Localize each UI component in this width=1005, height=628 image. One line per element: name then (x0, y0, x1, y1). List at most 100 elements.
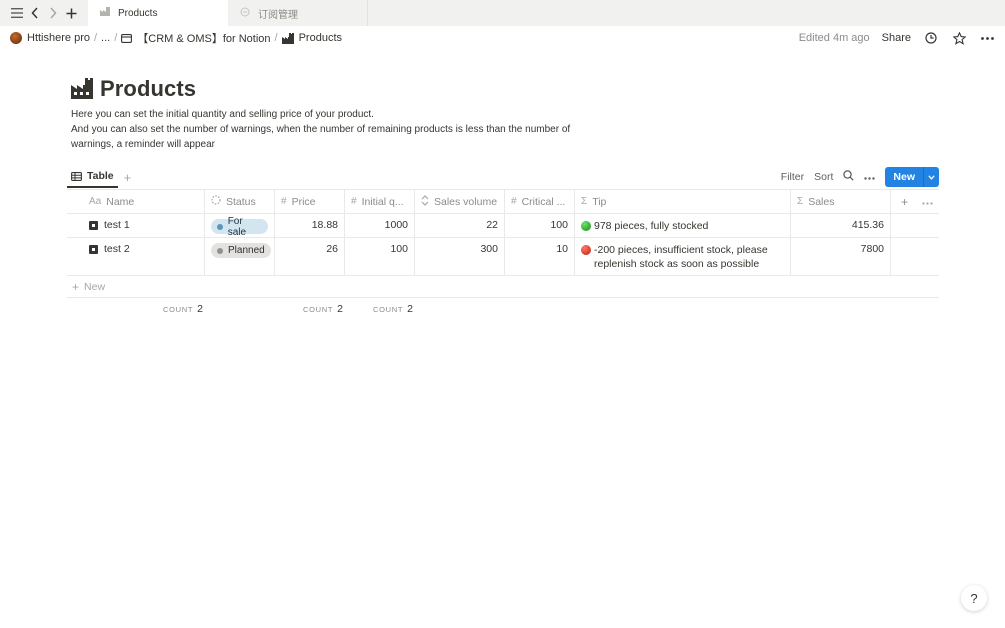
column-header-actions: + (891, 190, 939, 213)
sidebar-menu-icon[interactable] (8, 0, 26, 26)
view-bar: Table + Filter Sort New (67, 166, 939, 188)
plus-icon: + (72, 279, 80, 294)
row-name[interactable]: test 1 (104, 219, 130, 231)
search-icon[interactable] (843, 170, 855, 184)
column-label: Critical ... (521, 195, 566, 208)
cell-status[interactable]: For sale (205, 214, 275, 238)
column-label: Sales (808, 195, 835, 208)
cell-empty (891, 238, 939, 275)
tip-text: -200 pieces, insufficient stock, please … (594, 244, 768, 270)
description-line: Here you can set the initial quantity an… (71, 109, 374, 120)
count-initial-quantity[interactable]: COUNT 2 (373, 303, 413, 315)
count-label: COUNT (373, 305, 404, 314)
chevron-down-icon[interactable] (923, 167, 939, 187)
add-view-plus-icon[interactable]: + (124, 170, 132, 185)
rollup-icon (421, 194, 429, 209)
column-header-tip[interactable]: Σ Tip (575, 190, 791, 213)
cell-sales-volume[interactable]: 300 (415, 238, 505, 275)
filter-button[interactable]: Filter (781, 171, 804, 183)
share-button[interactable]: Share (882, 32, 911, 44)
cell-sales[interactable]: 415.36 (791, 214, 891, 237)
star-icon[interactable] (951, 30, 967, 46)
cell-critical[interactable]: 10 (505, 238, 575, 275)
cell-name[interactable]: test 1 (67, 214, 205, 237)
page-description[interactable]: Here you can set the initial quantity an… (71, 107, 611, 152)
count-value: 2 (197, 303, 204, 315)
new-button[interactable]: New (885, 167, 939, 187)
cell-price[interactable]: 26 (275, 238, 345, 275)
cell-status[interactable]: Planned (205, 238, 275, 275)
clock-icon[interactable] (923, 30, 939, 46)
header-actions: Edited 4m ago Share (799, 30, 995, 46)
help-label: ? (970, 590, 978, 606)
breadcrumb-workspace[interactable]: Httishere pro (27, 32, 90, 44)
tip-text: 978 pieces, fully stocked (594, 220, 709, 232)
new-button-label[interactable]: New (885, 167, 923, 187)
count-label: COUNT (163, 305, 194, 314)
cell-tip[interactable]: -200 pieces, insufficient stock, please … (575, 238, 791, 275)
cell-critical[interactable]: 100 (505, 214, 575, 237)
breadcrumb-separator: / (114, 32, 118, 44)
column-more-icon[interactable] (922, 196, 933, 208)
tab-label: 订阅管理 (258, 9, 298, 21)
green-circle-icon (581, 221, 591, 231)
factory-icon (281, 32, 294, 44)
cell-name[interactable]: test 2 (67, 238, 205, 275)
tab-subscription[interactable]: 订阅管理 (228, 0, 368, 26)
column-header-price[interactable]: # Price (275, 190, 345, 213)
column-header-initial-quantity[interactable]: # Initial q... (345, 190, 415, 213)
page-title[interactable]: Products (100, 76, 196, 102)
column-header-critical[interactable]: # Critical ... (505, 190, 575, 213)
database-table: Aa Name Status # Price # Initial q... Sa… (67, 189, 939, 298)
table-row[interactable]: test 1 For sale 18.88 1000 22 100 978 pi… (67, 214, 939, 238)
count-value: 2 (337, 303, 344, 315)
cell-initial-quantity[interactable]: 100 (345, 238, 415, 275)
breadcrumb-current[interactable]: Products (299, 32, 342, 44)
cell-initial-quantity[interactable]: 1000 (345, 214, 415, 237)
view-actions: Filter Sort New (781, 167, 939, 187)
add-property-plus-icon[interactable]: + (901, 195, 908, 209)
status-label: For sale (227, 215, 247, 238)
page-icon (89, 220, 98, 230)
breadcrumb-ellipsis[interactable]: ... (101, 32, 110, 44)
status-badge[interactable]: For sale (211, 216, 268, 238)
sort-button[interactable]: Sort (814, 171, 833, 183)
number-property-icon: # (511, 196, 517, 207)
column-label: Initial q... (361, 195, 404, 208)
breadcrumb-separator: / (93, 32, 98, 44)
cell-sales[interactable]: 7800 (791, 238, 891, 275)
count-name[interactable]: COUNT 2 (163, 303, 203, 315)
cell-tip[interactable]: 978 pieces, fully stocked (575, 214, 791, 237)
column-label: Sales volume (434, 195, 498, 208)
row-name[interactable]: test 2 (104, 243, 130, 255)
column-header-name[interactable]: Aa Name (67, 190, 205, 213)
table-row[interactable]: test 2 Planned 26 100 300 10 -200 pieces… (67, 238, 939, 276)
table-icon (71, 171, 82, 181)
breadcrumb-parent[interactable]: 【CRM & OMS】for Notion (137, 30, 270, 46)
more-options-icon[interactable] (979, 30, 995, 46)
factory-icon[interactable] (70, 77, 94, 101)
status-badge[interactable]: Planned (211, 243, 271, 258)
view-more-icon[interactable] (864, 171, 876, 183)
count-price[interactable]: COUNT 2 (303, 303, 343, 315)
column-label: Price (291, 195, 316, 208)
cell-price[interactable]: 18.88 (275, 214, 345, 237)
column-header-status[interactable]: Status (205, 190, 275, 213)
tab-products[interactable]: Products (88, 0, 228, 26)
view-tab-table[interactable]: Table (67, 166, 118, 188)
forward-arrow-icon[interactable] (44, 0, 62, 26)
new-tab-plus-icon[interactable] (62, 0, 80, 26)
tab-label: Products (118, 7, 158, 19)
new-row-button[interactable]: + New (67, 276, 939, 298)
formula-icon: Σ (797, 196, 804, 207)
column-label: Tip (592, 195, 607, 208)
description-line: And you can also set the number of warni… (71, 124, 571, 150)
back-arrow-icon[interactable] (26, 0, 44, 26)
column-header-sales[interactable]: Σ Sales (791, 190, 891, 213)
cell-sales-volume[interactable]: 22 (415, 214, 505, 237)
number-property-icon: # (281, 196, 287, 207)
breadcrumb-separator: / (274, 32, 278, 44)
workspace-avatar-icon (10, 32, 22, 44)
help-button[interactable]: ? (961, 585, 987, 611)
column-header-sales-volume[interactable]: Sales volume (415, 190, 505, 213)
